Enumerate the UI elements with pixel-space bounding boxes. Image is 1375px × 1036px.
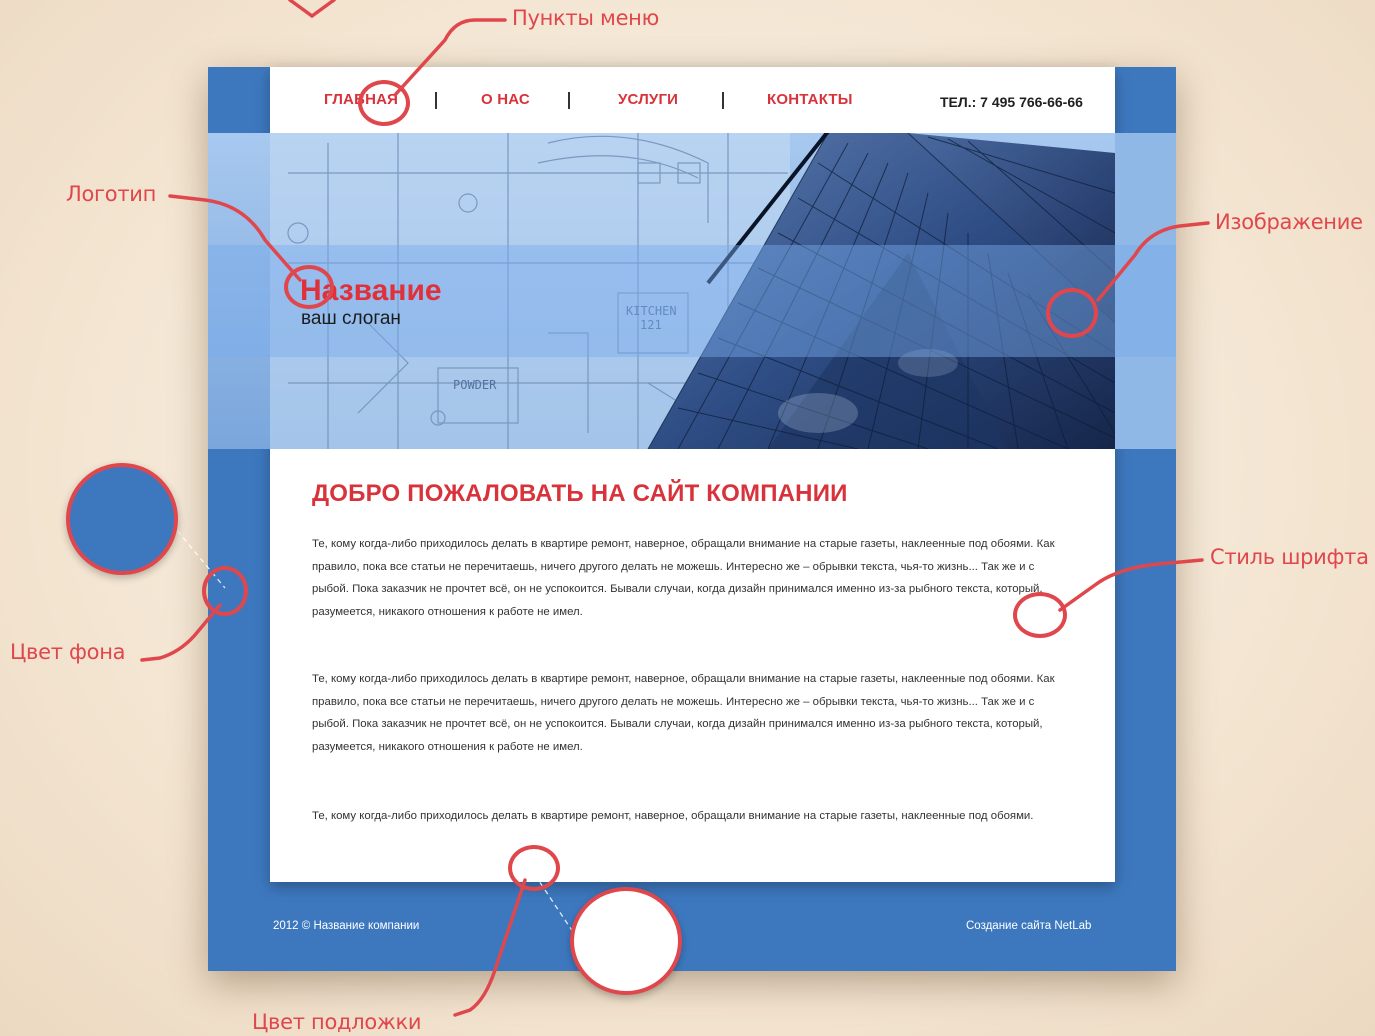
phone-number: ТЕЛ.: 7 495 766-66-66: [940, 94, 1083, 110]
annotation-arrow-icon: [288, 0, 336, 19]
body-paragraph: Те, кому когда-либо приходилось делать в…: [312, 538, 1055, 618]
image-highlight-ring: [1046, 288, 1098, 338]
annotation-logo: Логотип: [66, 182, 157, 206]
menu-item-about[interactable]: О НАС: [481, 91, 530, 108]
annotation-backing-color: Цвет подложки: [252, 1010, 422, 1034]
font-highlight-ring: [1013, 592, 1067, 638]
blueprint-label-powder: POWDER: [453, 378, 497, 392]
annotation-menu-items: Пункты меню: [512, 6, 659, 30]
backing-color-swatch: [570, 887, 682, 995]
menu-separator: [568, 92, 570, 109]
backing-highlight-ring: [508, 845, 560, 891]
footer-copyright: 2012 © Название компании: [273, 920, 420, 932]
annotation-image: Изображение: [1215, 210, 1363, 234]
site-slogan: ваш слоган: [301, 308, 401, 329]
menu-item-contacts[interactable]: КОНТАКТЫ: [767, 91, 853, 108]
menu-highlight-ring: [358, 80, 410, 126]
annotation-font-style: Стиль шрифта: [1210, 545, 1369, 569]
body-paragraph: Те, кому когда-либо приходилось делать в…: [312, 673, 1055, 753]
annotation-background-color: Цвет фона: [10, 640, 126, 664]
menu-item-services[interactable]: УСЛУГИ: [618, 91, 678, 108]
bg-highlight-ring: [202, 566, 248, 616]
menu-separator: [722, 92, 724, 109]
footer-developer-link[interactable]: Создание сайта NetLab: [966, 920, 1091, 932]
logo-highlight-ring: [284, 265, 334, 309]
bg-color-swatch: [66, 463, 178, 575]
menu-separator: [435, 92, 437, 109]
body-paragraph: Те, кому когда-либо приходилось делать в…: [312, 810, 1034, 822]
page-title: ДОБРО ПОЖАЛОВАТЬ НА САЙТ КОМПАНИИ: [312, 480, 848, 507]
